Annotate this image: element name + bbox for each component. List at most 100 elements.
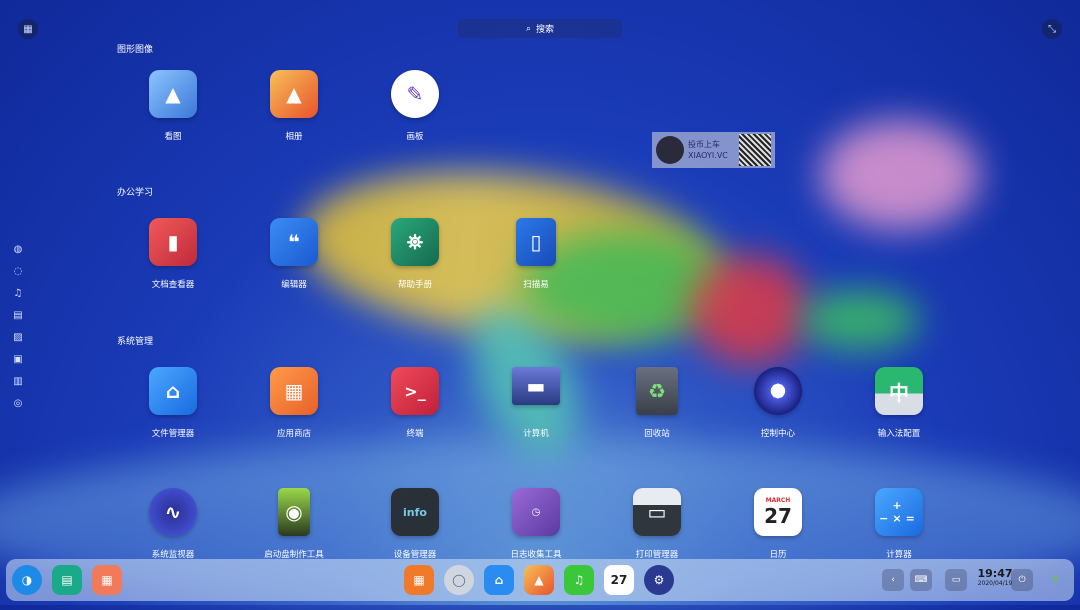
dock-file-manager[interactable]: ⌂: [484, 565, 514, 595]
image-viewer-icon: ▲: [149, 70, 197, 118]
app-label: 扫描易: [523, 280, 549, 290]
tray-notification-button[interactable]: ▭: [945, 569, 967, 591]
watermark-avatar: [656, 136, 684, 164]
system-monitor-icon: ∿: [149, 488, 197, 536]
app-label: 文档查看器: [151, 280, 195, 290]
chevron-left-icon: ‹: [891, 575, 895, 585]
app-label: 输入法配置: [877, 429, 921, 439]
dock-browser[interactable]: ◯: [444, 565, 474, 595]
dock-music[interactable]: ♫: [564, 565, 594, 595]
control-center-icon: ⚙: [754, 367, 802, 415]
app-help-manual[interactable]: ⛯ 帮助手册: [365, 218, 465, 290]
watermark-subtitle: XIAOYI.VC: [688, 151, 728, 160]
print-manager-icon: ▭: [633, 488, 681, 536]
app-label: 控制中心: [760, 429, 795, 439]
internet-category-icon[interactable]: ◍: [11, 243, 25, 257]
app-label: 画板: [406, 132, 424, 142]
app-control-center[interactable]: ⚙ 控制中心: [728, 367, 828, 439]
app-print-manager[interactable]: ▭ 打印管理器: [607, 488, 707, 560]
power-button[interactable]: ⏻: [1011, 569, 1033, 591]
app-scanner[interactable]: ▯ 扫描易: [486, 218, 586, 290]
app-calculator[interactable]: +−×= 计算器: [849, 488, 949, 560]
document-viewer-icon: ▮: [149, 218, 197, 266]
music-icon: ♫: [573, 573, 585, 587]
trash-icon: ♻: [636, 367, 678, 415]
app-trash[interactable]: ♻ 回收站: [607, 367, 707, 439]
album-icon: ▲: [534, 573, 544, 587]
app-label: 帮助手册: [397, 280, 432, 290]
input-method-icon: 中: [875, 367, 923, 415]
app-store-icon: ▦: [270, 367, 318, 415]
chat-category-icon[interactable]: ◌: [11, 265, 25, 279]
browser-icon: ◯: [452, 573, 466, 587]
collapse-icon: ⤡: [1048, 23, 1056, 35]
trash-icon: ♻: [1050, 575, 1060, 585]
launcher-icon: ◑: [21, 573, 33, 587]
watermark: 投币上车 XIAOYI.VC: [652, 132, 775, 168]
office-category-icon[interactable]: ▥: [11, 375, 25, 389]
calculator-icon: +−×=: [875, 488, 923, 536]
help-manual-icon: ⛯: [391, 218, 439, 266]
category-system-title: 系统管理: [117, 337, 154, 347]
app-file-manager[interactable]: ⌂ 文件管理器: [123, 367, 223, 439]
fullscreen-toggle[interactable]: ⤡: [1042, 19, 1062, 39]
control-center-icon: ⚙: [653, 573, 665, 587]
app-store-icon: ▦: [413, 573, 425, 587]
file-manager-icon: ⌂: [149, 367, 197, 415]
game-category-icon[interactable]: ▣: [11, 353, 25, 367]
dock-calendar[interactable]: 27: [604, 565, 634, 595]
dock-control-center[interactable]: ⚙: [644, 565, 674, 595]
clock[interactable]: 19:47 2020/04/19: [974, 567, 1016, 588]
graphics-category-icon[interactable]: ▨: [11, 331, 25, 345]
workspace-icon: ▦: [101, 573, 113, 587]
grid-mode-toggle[interactable]: ▦: [18, 19, 38, 39]
app-terminal[interactable]: >_ 终端: [365, 367, 465, 439]
launcher-button[interactable]: ◑: [12, 565, 42, 595]
app-label: 相册: [285, 132, 303, 142]
keyboard-icon: ⌨: [914, 575, 928, 585]
app-drawing-board[interactable]: ✎ 画板: [365, 70, 465, 142]
calendar-day-label: 27: [764, 503, 792, 528]
search-input[interactable]: ⌕ 搜索: [458, 19, 622, 38]
app-text-editor[interactable]: ❝ 编辑器: [244, 218, 344, 290]
taskbar-dock: ◑ ▤ ▦ ▦ ◯ ⌂ ▲ ♫ 27 ⚙ ‹ ⌨ ▭ 19:47 2020/04…: [6, 559, 1074, 601]
dock-app-store[interactable]: ▦: [404, 565, 434, 595]
app-device-manager[interactable]: info 设备管理器: [365, 488, 465, 560]
calendar-icon: MARCH 27: [754, 488, 802, 536]
wallpaper-green-shape: [800, 290, 920, 350]
notification-icon: ▭: [951, 575, 961, 585]
app-boot-maker[interactable]: ◉ 启动盘制作工具: [244, 488, 344, 560]
multitask-view-icon: ▤: [61, 573, 73, 587]
app-log-viewer[interactable]: ◷ 日志收集工具: [486, 488, 586, 560]
app-label: 应用商店: [276, 429, 311, 439]
multitask-view-button[interactable]: ▤: [52, 565, 82, 595]
app-system-monitor[interactable]: ∿ 系统监视器: [123, 488, 223, 560]
category-office-title: 办公学习: [117, 188, 154, 198]
scanner-icon: ▯: [516, 218, 556, 266]
app-image-viewer[interactable]: ▲ 看图: [123, 70, 223, 142]
computer-icon: ▬: [512, 367, 560, 405]
app-album[interactable]: ▲ 相册: [244, 70, 344, 142]
file-manager-icon: ⌂: [494, 573, 504, 587]
clock-time: 19:47: [977, 567, 1013, 580]
tray-keyboard-button[interactable]: ⌨: [910, 569, 932, 591]
app-input-method[interactable]: 中 输入法配置: [849, 367, 949, 439]
text-editor-icon: ❝: [270, 218, 318, 266]
system-category-icon[interactable]: ◎: [11, 397, 25, 411]
boot-maker-icon: ◉: [278, 488, 310, 536]
wallpaper-whale-head: [690, 255, 810, 365]
app-computer[interactable]: ▬ 计算机: [486, 367, 586, 439]
workspace-button[interactable]: ▦: [92, 565, 122, 595]
video-category-icon[interactable]: ▤: [11, 309, 25, 323]
category-sidebar: ◍ ◌ ♫ ▤ ▨ ▣ ▥ ◎: [11, 243, 25, 411]
music-category-icon[interactable]: ♫: [11, 287, 25, 301]
tray-trash-button[interactable]: ♻: [1044, 569, 1066, 591]
app-app-store[interactable]: ▦ 应用商店: [244, 367, 344, 439]
power-icon: ⏻: [1018, 575, 1026, 585]
app-calendar[interactable]: MARCH 27 日历: [728, 488, 828, 560]
app-document-viewer[interactable]: ▮ 文档查看器: [123, 218, 223, 290]
tray-expand-button[interactable]: ‹: [882, 569, 904, 591]
dock-album[interactable]: ▲: [524, 565, 554, 595]
album-icon: ▲: [270, 70, 318, 118]
search-label: 搜索: [536, 25, 555, 35]
